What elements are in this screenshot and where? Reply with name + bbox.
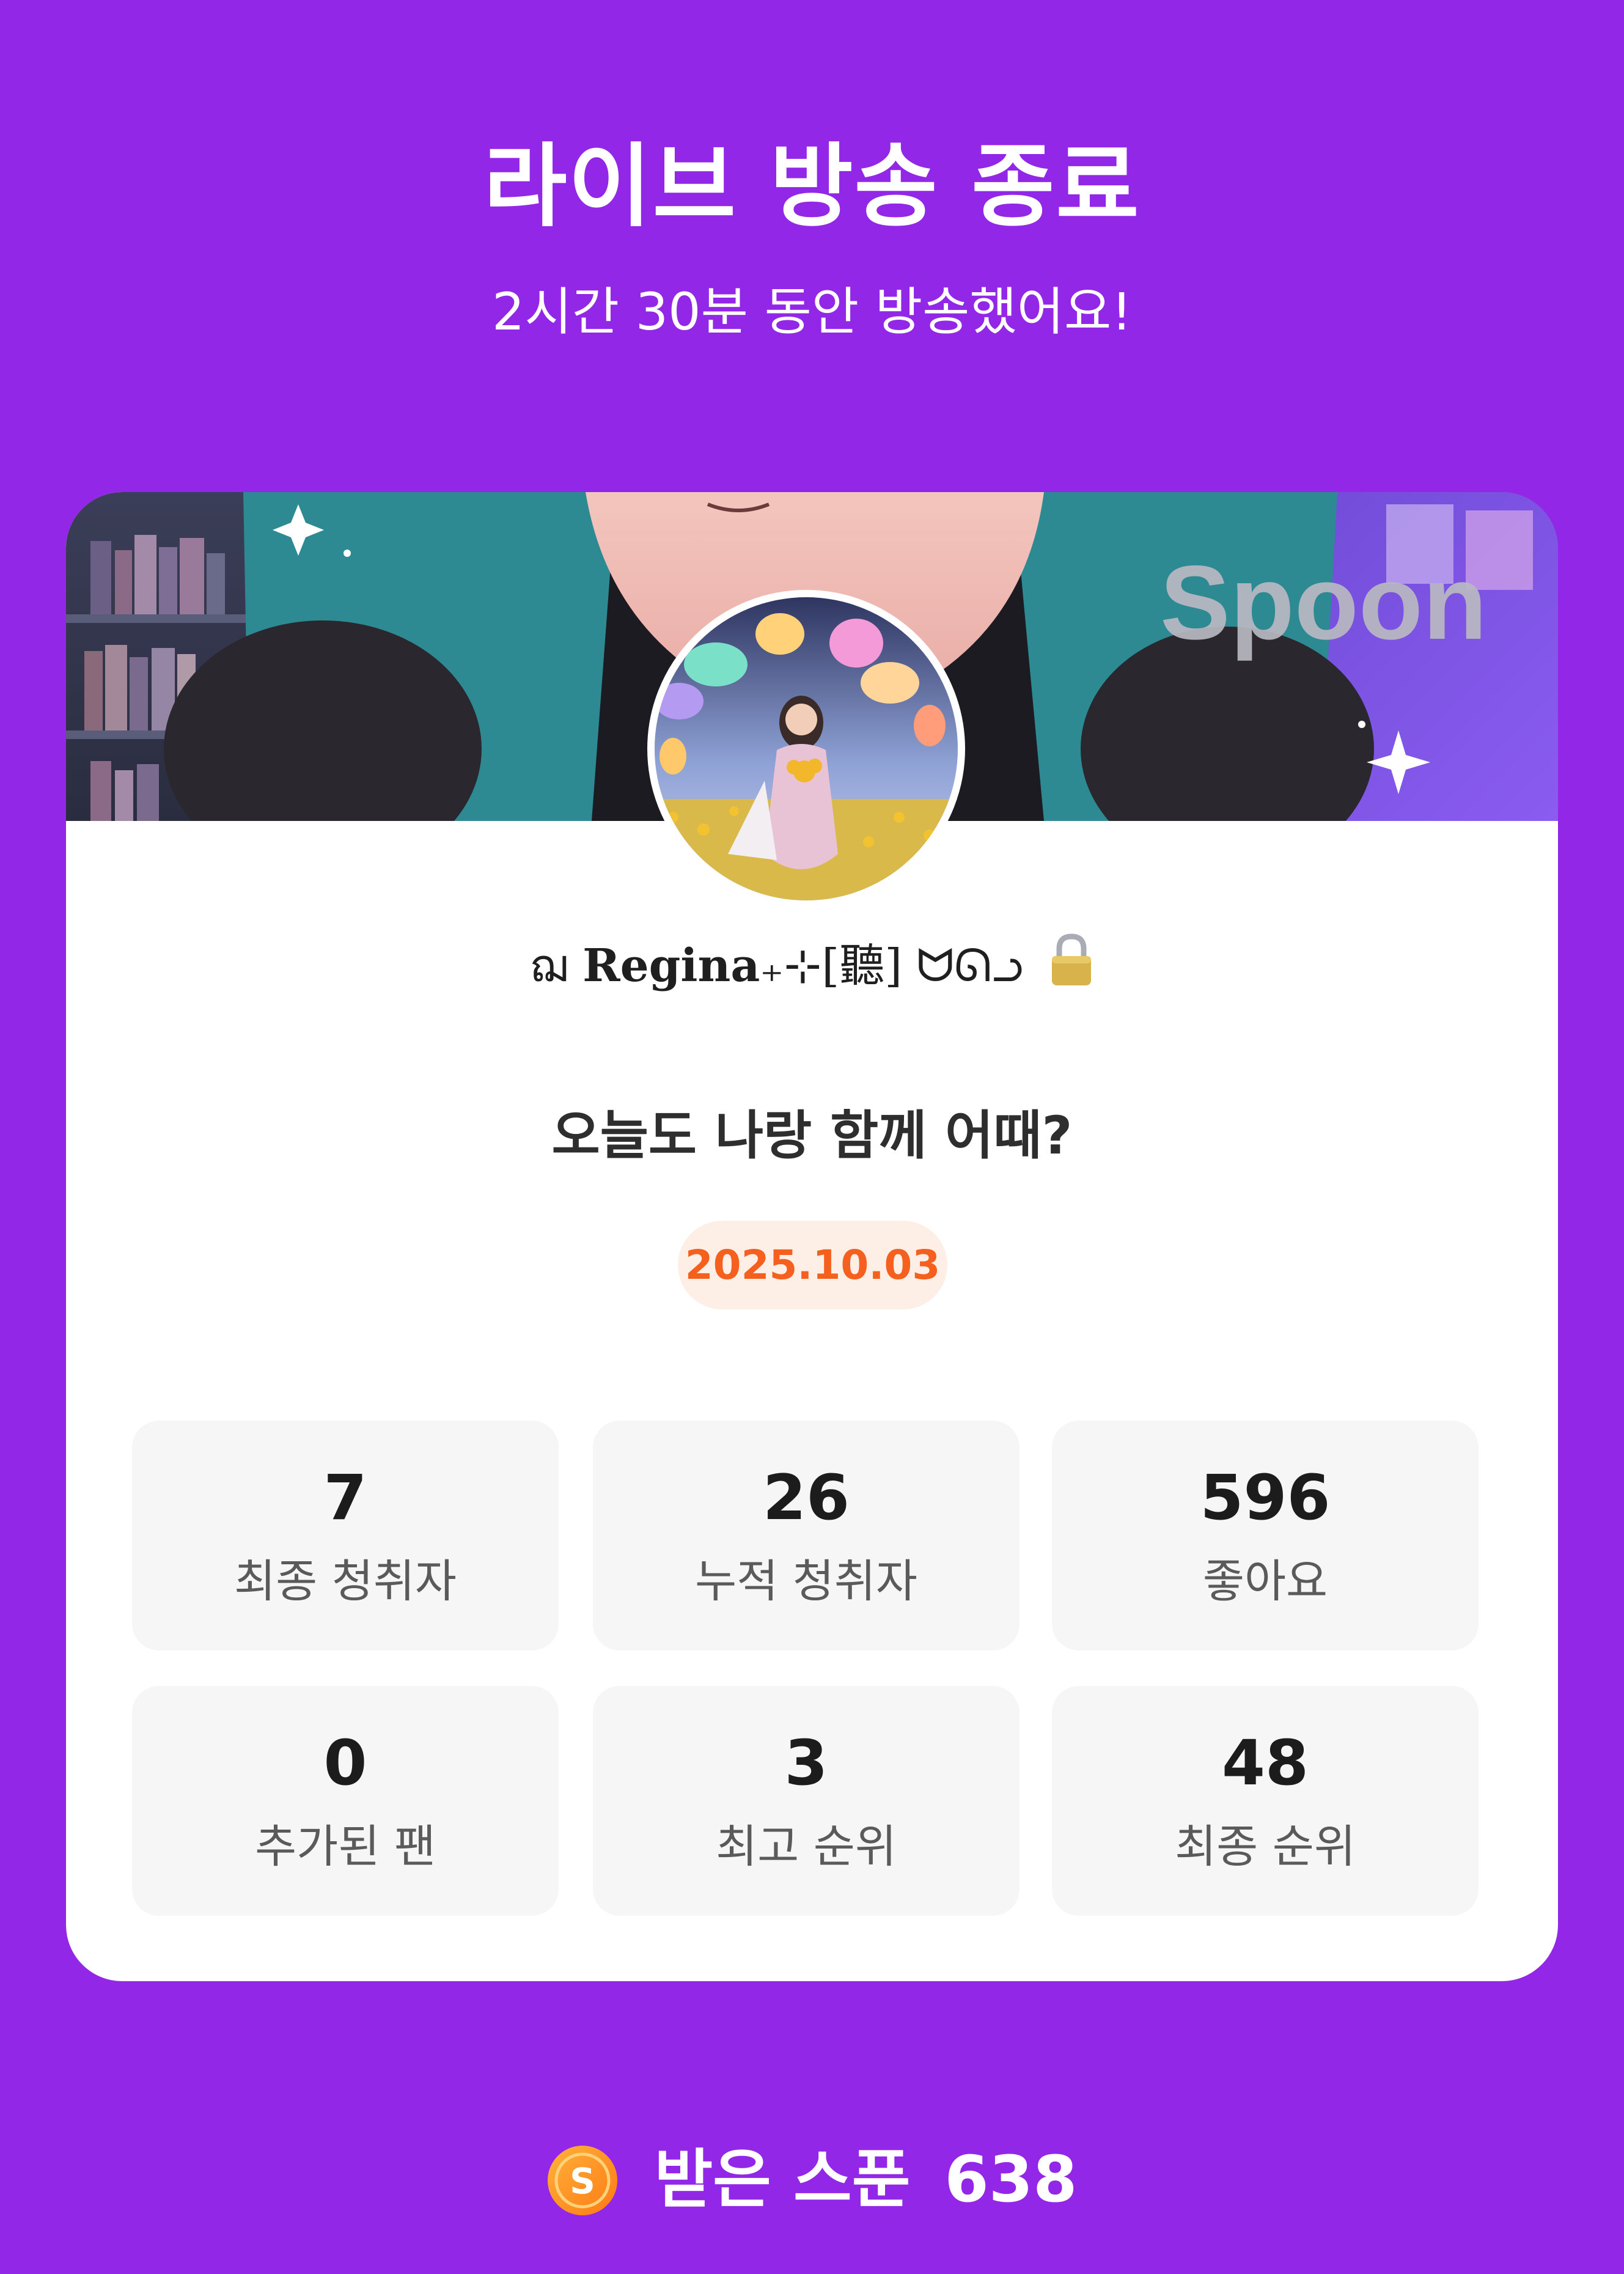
- stat-label: 좋아요: [1202, 1555, 1328, 1608]
- stat-value: 3: [784, 1727, 828, 1800]
- stat-label: 추가된 팬: [255, 1820, 436, 1873]
- stat-likes: 596 좋아요: [1052, 1421, 1479, 1650]
- received-spoons-label: 받은 스푼: [654, 2142, 911, 2217]
- page-title: 라이브 방송 종료: [483, 134, 1141, 239]
- received-spoons-value: 638: [944, 2142, 1078, 2217]
- stat-value: 7: [323, 1462, 367, 1534]
- stream-title: 오늘도 나랑 함께 어때?: [551, 1105, 1073, 1166]
- nickname-suffix: ₊⊹[聽] ᗢᘏᓗ: [760, 940, 1024, 992]
- spoon-logo: Spoon: [1160, 544, 1487, 661]
- broadcast-duration: 2시간 30분 동안 방송했어요!: [492, 282, 1132, 342]
- nickname-prefix: ฌ: [529, 940, 583, 992]
- stat-value: 596: [1200, 1462, 1331, 1534]
- stat-best-rank: 3 최고 순위: [593, 1686, 1020, 1916]
- spoon-coin-icon: S: [546, 2144, 619, 2217]
- profile-avatar[interactable]: [647, 590, 965, 908]
- stat-final-listeners: 7 최종 청취자: [132, 1421, 559, 1650]
- svg-text:S: S: [570, 2160, 596, 2202]
- stat-label: 최종 청취자: [234, 1555, 457, 1608]
- stat-final-rank: 48 최종 순위: [1052, 1686, 1479, 1916]
- stat-label: 최종 순위: [1175, 1820, 1356, 1873]
- received-spoons: S 받은 스푼 638: [0, 2133, 1624, 2225]
- nickname-main: Regina: [582, 940, 760, 992]
- lock-icon: [1048, 933, 1095, 1006]
- stat-label: 누적 청취자: [695, 1555, 917, 1608]
- stat-value: 26: [763, 1462, 850, 1534]
- stat-new-fans: 0 추가된 팬: [132, 1686, 559, 1916]
- broadcast-date-badge: 2025.10.03: [678, 1221, 947, 1309]
- stat-label: 최고 순위: [716, 1820, 897, 1873]
- stat-total-listeners: 26 누적 청취자: [593, 1421, 1020, 1650]
- stat-value: 48: [1222, 1727, 1309, 1800]
- stat-value: 0: [323, 1727, 367, 1800]
- broadcast-summary-card: Spoon ฌ Regina₊⊹[聽] ᗢᘏᓗ 오늘도 나랑 함께 어때? 20…: [66, 492, 1558, 1981]
- streamer-nickname: ฌ Regina₊⊹[聽] ᗢᘏᓗ: [66, 932, 1558, 1006]
